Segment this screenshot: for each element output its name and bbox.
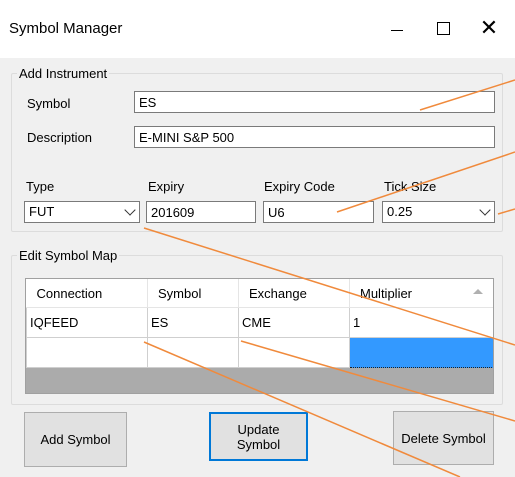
selected-cell[interactable] xyxy=(349,337,493,368)
close-icon: ✕ xyxy=(479,15,499,40)
description-label: Description xyxy=(27,130,93,145)
column-header-exchange[interactable]: Exchange xyxy=(238,279,350,308)
type-label: Type xyxy=(26,179,55,194)
chevron-down-icon xyxy=(124,204,136,216)
table-cell[interactable] xyxy=(26,337,148,368)
symbol-manager-window: Symbol Manager ✕ Add Instrument Symbol E… xyxy=(0,0,515,477)
chevron-down-icon xyxy=(479,204,491,216)
table-cell[interactable]: ES xyxy=(147,307,239,338)
minimize-icon xyxy=(391,29,403,31)
expiry-code-input[interactable]: U6 xyxy=(263,201,374,223)
table-row-new[interactable] xyxy=(26,337,493,368)
expiry-code-label: Expiry Code xyxy=(264,179,335,194)
add-instrument-legend: Add Instrument xyxy=(19,66,108,81)
close-button[interactable]: ✕ xyxy=(466,10,512,46)
table-cell[interactable] xyxy=(238,337,350,368)
expiry-input[interactable]: 201609 xyxy=(146,201,256,223)
type-value: FUT xyxy=(29,204,55,219)
table-cell[interactable]: CME xyxy=(238,307,350,338)
window-title: Symbol Manager xyxy=(9,20,123,37)
symbol-input[interactable]: ES xyxy=(134,91,495,113)
table-cell[interactable]: 1 xyxy=(349,307,493,338)
update-symbol-button[interactable]: Update Symbol xyxy=(209,412,308,461)
title-bar: Symbol Manager ✕ xyxy=(0,0,515,58)
delete-symbol-button[interactable]: Delete Symbol xyxy=(393,411,494,465)
column-header-multiplier[interactable]: Multiplier xyxy=(349,279,493,308)
edit-symbol-map-legend: Edit Symbol Map xyxy=(19,248,118,263)
symbol-label: Symbol xyxy=(27,96,71,111)
type-dropdown[interactable]: FUT xyxy=(24,201,140,223)
maximize-button[interactable] xyxy=(420,10,466,46)
add-symbol-button[interactable]: Add Symbol xyxy=(24,412,127,467)
description-input[interactable]: E-MINI S&P 500 xyxy=(134,126,495,148)
grid-header-row: Connection Symbol Exchange Multiplier xyxy=(26,279,493,308)
sort-ascending-icon xyxy=(473,289,483,294)
tick-size-dropdown[interactable]: 0.25 xyxy=(382,201,495,223)
tick-size-label: Tick Size xyxy=(384,179,437,194)
column-header-multiplier-label: Multiplier xyxy=(360,285,413,301)
column-header-symbol[interactable]: Symbol xyxy=(147,279,239,308)
table-cell[interactable] xyxy=(147,337,239,368)
table-row[interactable]: IQFEED ES CME 1 xyxy=(26,307,493,338)
symbol-map-grid[interactable]: Connection Symbol Exchange Multiplier IQ… xyxy=(25,278,494,394)
expiry-label: Expiry xyxy=(148,179,185,194)
tick-size-value: 0.25 xyxy=(387,204,413,219)
minimize-button[interactable] xyxy=(374,10,420,46)
table-cell[interactable]: IQFEED xyxy=(26,307,148,338)
maximize-icon xyxy=(436,21,450,35)
column-header-connection[interactable]: Connection xyxy=(26,279,148,308)
